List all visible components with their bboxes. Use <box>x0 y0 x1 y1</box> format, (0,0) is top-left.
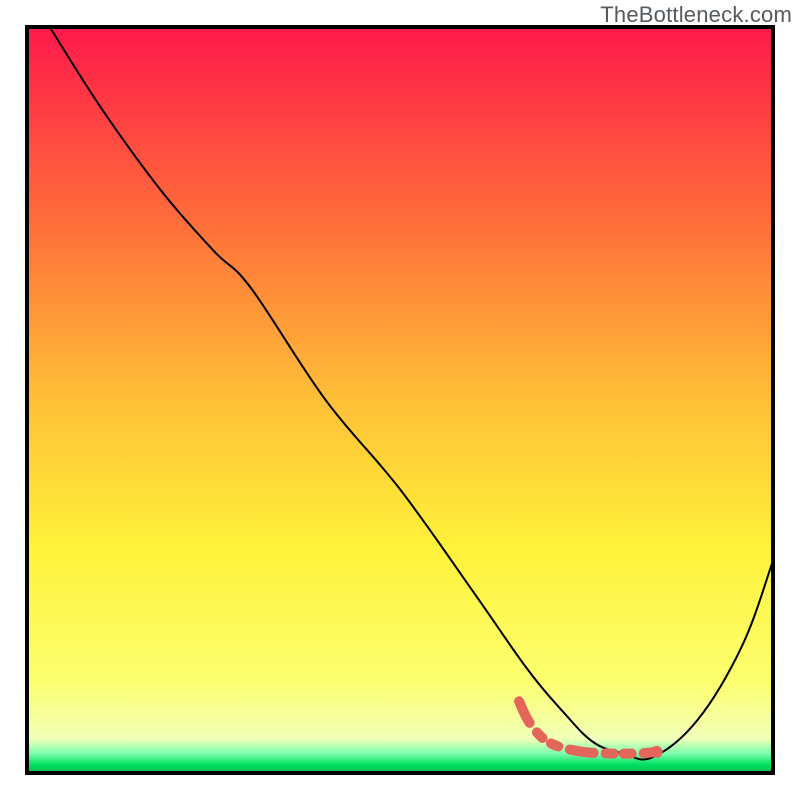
chart-container: TheBottleneck.com <box>0 0 800 800</box>
gradient-background <box>28 28 772 772</box>
watermark-text: TheBottleneck.com <box>600 2 792 28</box>
red-dot <box>651 746 663 758</box>
chart-svg <box>0 0 800 800</box>
